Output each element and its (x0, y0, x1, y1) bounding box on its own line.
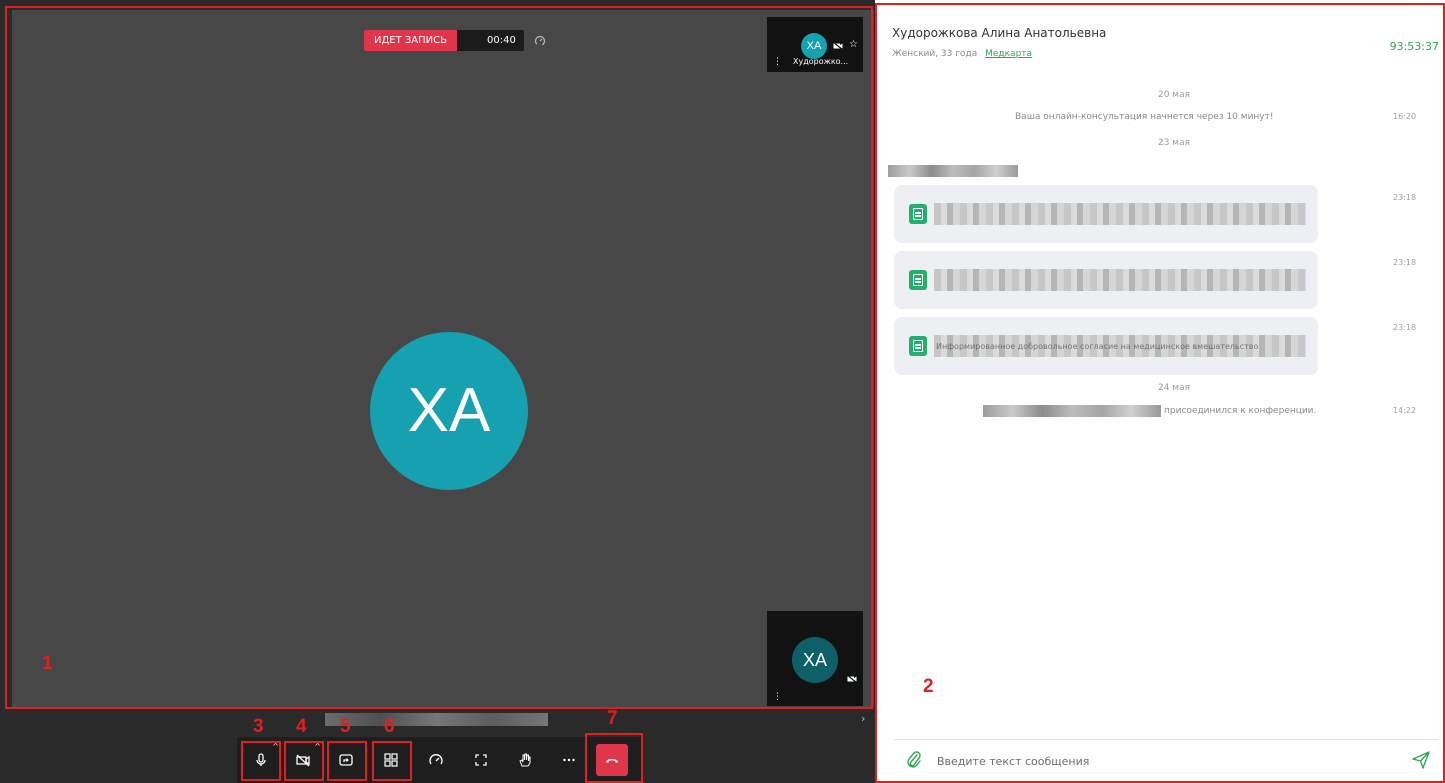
system-message: Ваша онлайн-консультация начнется через … (1015, 112, 1274, 122)
camera-toggle-button[interactable]: ^ (287, 742, 321, 776)
more-vertical-icon[interactable]: ⋮ (773, 693, 782, 702)
message-time: 14:22 (1393, 406, 1417, 415)
annotation-label: 4 (296, 716, 307, 737)
participant-thumbnail-remote[interactable]: XA ☆ ⋮ Худорожко... (767, 17, 863, 72)
system-message: присоединился к конференции. (1164, 406, 1317, 416)
participant-avatar-large: XA (370, 332, 528, 490)
redacted-file-name (934, 203, 1306, 225)
document-icon (909, 336, 927, 356)
raise-hand-button[interactable] (509, 744, 541, 776)
annotation-label: 2 (923, 676, 934, 697)
recording-indicator: ИДЕТ ЗАПИСЬ 00:40 (364, 30, 546, 51)
phone-hangup-icon (606, 759, 618, 763)
date-separator: 24 мая (1157, 383, 1191, 393)
redacted-caption (325, 713, 548, 726)
fullscreen-icon (475, 754, 487, 766)
layout-grid-button[interactable] (375, 744, 407, 776)
microphone-icon (256, 753, 266, 766)
microphone-button[interactable]: ^ (245, 742, 279, 776)
patient-demographics: Женский, 33 года (892, 49, 978, 59)
participant-name: Худорожко... (793, 57, 849, 66)
more-button[interactable] (553, 744, 585, 776)
recording-badge: ИДЕТ ЗАПИСЬ (364, 30, 457, 51)
message-time: 23:18 (1393, 323, 1417, 332)
hand-icon (519, 753, 531, 767)
document-icon (909, 204, 927, 224)
gauge-icon (429, 754, 443, 765)
chevron-up-icon[interactable]: ^ (272, 742, 279, 751)
document-icon (909, 270, 927, 290)
message-input[interactable] (935, 750, 1389, 772)
camera-off-icon (296, 754, 310, 767)
hangup-button[interactable] (596, 744, 628, 776)
more-vertical-icon[interactable]: ⋮ (773, 58, 782, 67)
star-icon[interactable]: ☆ (849, 39, 858, 50)
redacted-sender-name (888, 165, 1018, 177)
fullscreen-button[interactable] (465, 744, 497, 776)
file-message[interactable] (894, 251, 1318, 309)
avatar: XA (792, 637, 838, 683)
more-icon (563, 758, 575, 762)
connection-speed-button[interactable] (420, 744, 452, 776)
screen-share-icon (339, 754, 353, 766)
annotation-label: 3 (253, 716, 264, 737)
patient-info: Женский, 33 года Медкарта (892, 49, 1032, 59)
file-message[interactable] (894, 185, 1318, 243)
video-pane: ИДЕТ ЗАПИСЬ 00:40 XA XA ☆ ⋮ Худорожко...… (0, 0, 875, 783)
message-time: 16:20 (1393, 112, 1417, 121)
annotation-label: 1 (42, 653, 53, 674)
main-video-stage[interactable]: ИДЕТ ЗАПИСЬ 00:40 XA (12, 10, 874, 707)
message-time: 23:18 (1393, 193, 1417, 202)
camera-off-icon (833, 42, 843, 50)
gauge-icon[interactable] (534, 35, 546, 47)
redacted-participant-name (983, 405, 1161, 417)
medcard-link[interactable]: Медкарта (985, 49, 1032, 59)
camera-off-icon (847, 675, 857, 683)
session-timer: 93:53:37 (1389, 40, 1439, 53)
participant-thumbnail-self[interactable]: XA ⋮ (767, 611, 863, 706)
file-name: Информированное добровольное согласие на… (936, 342, 1259, 351)
screen-share-button[interactable] (330, 744, 362, 776)
date-separator: 23 мая (1157, 138, 1191, 148)
file-message[interactable]: Информированное добровольное согласие на… (894, 317, 1318, 375)
call-controls-bar: ^ ^ (237, 737, 643, 783)
chat-pane: Худорожкова Алина Анатольевна Женский, 3… (878, 8, 1445, 783)
annotation-label: 5 (340, 716, 351, 737)
redacted-file-name (934, 269, 1306, 291)
patient-name: Худорожкова Алина Анатольевна (892, 26, 1107, 40)
date-separator: 20 мая (1157, 90, 1191, 100)
grid-icon (384, 753, 398, 767)
attachment-icon[interactable] (906, 751, 922, 769)
send-icon[interactable] (1411, 750, 1431, 770)
chevron-right-icon[interactable]: › (861, 712, 865, 725)
message-composer (894, 739, 1439, 780)
avatar: XA (801, 33, 827, 59)
annotation-label: 6 (384, 716, 395, 737)
annotation-label: 7 (607, 708, 618, 729)
message-time: 23:18 (1393, 258, 1417, 267)
recording-timer: 00:40 (457, 30, 524, 51)
chevron-up-icon[interactable]: ^ (314, 742, 321, 751)
